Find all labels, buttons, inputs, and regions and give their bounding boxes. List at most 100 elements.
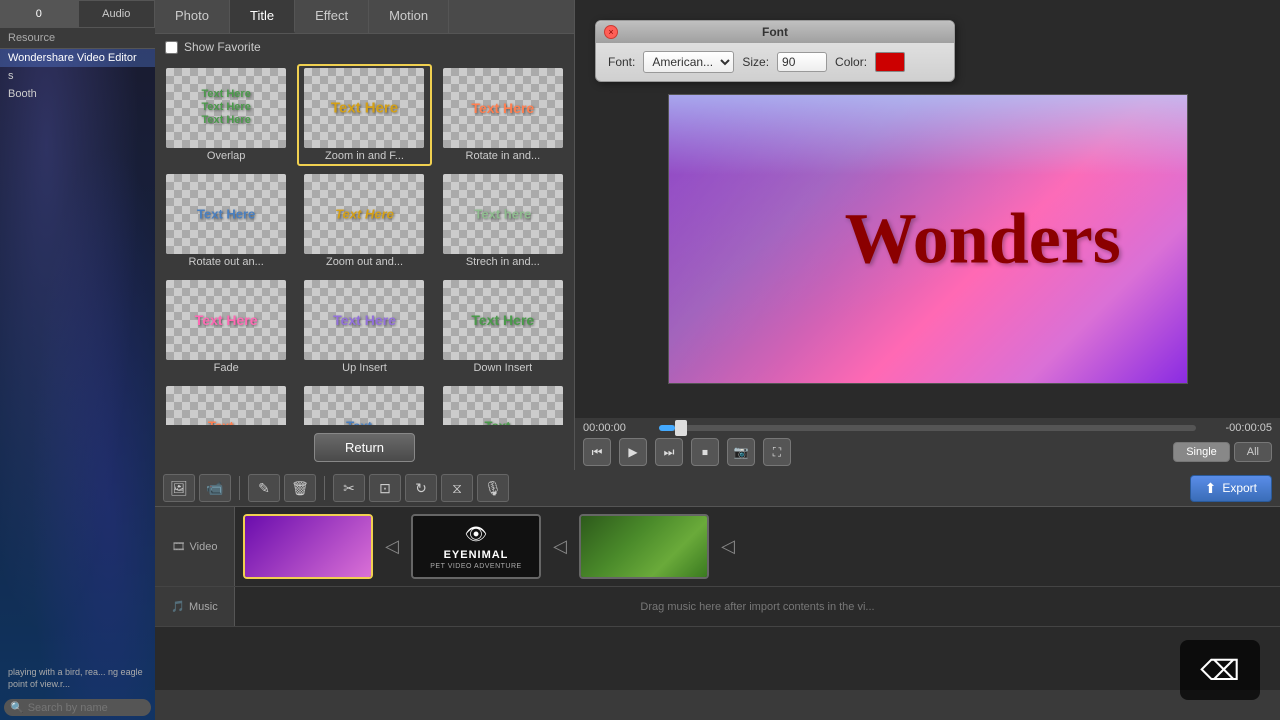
panels-top: Photo Title Effect Motion Show Favorite [155,0,1280,470]
effect-rotate-in-thumb: Text Here [443,68,563,148]
video-clip-3[interactable] [579,514,709,579]
effect-overlap-thumb: Text HereText HereText Here [166,68,286,148]
timeline-progress [659,425,675,431]
tab-photo[interactable]: Photo [155,0,230,33]
video-track-row: 🎞 Video ◁ 👁 EYENIMAL [155,507,1280,587]
timeline-handle[interactable] [675,420,687,436]
timeline-video-btn[interactable]: 📹 [199,474,231,502]
playback-area: 00:00:00 -00:00:05 ⏮ ▶ ⏭ ⏹ 📷 ⛶ Single [575,418,1280,470]
effect-fade-thumb: Text Here [166,280,286,360]
separator-2 [324,476,325,500]
dialog-title: Font [762,25,788,39]
effect-fade-label: Fade [214,362,239,374]
effect-more2-thumb: Text... [304,386,424,425]
search-bar[interactable]: 🔍 [4,699,151,716]
timeline-fx-btn[interactable]: ⧖ [441,474,473,502]
effect-more3[interactable]: Text... ... [436,382,570,425]
timeline-rotate-btn[interactable]: ↻ [405,474,437,502]
tab-effect[interactable]: Effect [295,0,369,33]
timecode-end: -00:00:05 [1202,422,1272,434]
snapshot-button[interactable]: 📷 [727,438,755,466]
effect-rotate-in[interactable]: Text Here Rotate in and... [436,64,570,166]
timeline-cut-btn[interactable]: ✂ [333,474,365,502]
single-button[interactable]: Single [1173,442,1230,462]
effect-rotate-out[interactable]: Text Here Rotate out an... [159,170,293,272]
preview-video: Wonders [668,94,1188,384]
effect-stretch[interactable]: Text here Strech in and... [436,170,570,272]
left-top-tabs: 0 Audio [0,0,155,28]
effect-down-insert-label: Down Insert [473,362,532,374]
effect-rotate-out-label: Rotate out an... [189,256,264,268]
video-track-content[interactable]: ◁ 👁 EYENIMAL PET VIDEO ADVENTURE ◁ [235,507,1280,586]
sidebar-list: Wondershare Video Editor s Booth [0,49,155,662]
effect-zoom-in[interactable]: Text Here Zoom in and F... [297,64,431,166]
effect-zoom-out[interactable]: Text Here Zoom out and... [297,170,431,272]
music-drop-area[interactable]: Drag music here after import contents in… [235,601,1280,613]
fullscreen-button[interactable]: ⛶ [763,438,791,466]
all-button[interactable]: All [1234,442,1272,462]
dialog-close-button[interactable]: × [604,25,618,39]
delete-overlay[interactable]: ⌫ [1180,640,1260,700]
search-input[interactable] [28,702,145,714]
timeline-mic-btn[interactable]: 🎙 [477,474,509,502]
font-label: Font: [608,55,635,69]
main-panel: Photo Title Effect Motion Show Favorite [155,0,1280,720]
effect-overlap-label: Overlap [207,150,246,162]
tab-title[interactable]: Title [230,0,295,33]
left-tab-0[interactable]: 0 [0,0,78,28]
music-track-icon: 🎵 [171,600,185,613]
effect-up-insert-thumb: Text Here [304,280,424,360]
sidebar-item-booth[interactable]: Booth [0,85,155,103]
tab-motion[interactable]: Motion [369,0,449,33]
bottom-area: 🖼 📹 ✎ 🗑 ✂ ⊡ ↻ ⧖ 🎙 ⬆ Export 🎞 Video [155,470,1280,690]
effect-overlap[interactable]: Text HereText HereText Here Overlap [159,64,293,166]
effect-zoom-out-label: Zoom out and... [326,256,403,268]
timeline-track[interactable] [659,425,1196,431]
size-label: Size: [742,55,769,69]
show-favorite-checkbox[interactable] [165,41,178,54]
video-clip-1[interactable] [243,514,373,579]
effect-more1-thumb: Text... [166,386,286,425]
sidebar-description: playing with a bird, rea... ng eagle poi… [0,662,155,695]
effect-zoom-in-label: Zoom in and F... [325,150,404,162]
left-tab-audio[interactable]: Audio [78,0,156,28]
next-button[interactable]: ⏭ [655,438,683,466]
transition-3[interactable]: ◁ [713,532,743,562]
transition-1[interactable]: ◁ [377,532,407,562]
effect-fade[interactable]: Text Here Fade [159,276,293,378]
left-sidebar: 0 Audio Resource Wondershare Video Edito… [0,0,155,720]
play-button[interactable]: ▶ [619,438,647,466]
effect-up-insert-label: Up Insert [342,362,387,374]
preview-title: Wonders [845,198,1121,281]
export-button[interactable]: ⬆ Export [1190,475,1272,502]
size-input[interactable] [777,52,827,72]
effect-more2[interactable]: Text... ... [297,382,431,425]
timeline-delete-btn[interactable]: 🗑 [284,474,316,502]
effect-up-insert[interactable]: Text Here Up Insert [297,276,431,378]
effect-more3-thumb: Text... [443,386,563,425]
return-button[interactable]: Return [314,433,415,462]
prev-button[interactable]: ⏮ [583,438,611,466]
timeline-tracks: 🎞 Video ◁ 👁 EYENIMAL [155,507,1280,690]
video-track-icon: 🎞 [172,540,186,553]
music-track-label: 🎵 Music [155,587,235,626]
video-clip-2[interactable]: 👁 EYENIMAL PET VIDEO ADVENTURE [411,514,541,579]
timeline-photos-btn[interactable]: 🖼 [163,474,195,502]
effect-more1[interactable]: Text... ... [159,382,293,425]
timecode-start: 00:00:00 [583,422,653,434]
effect-down-insert[interactable]: Text Here Down Insert [436,276,570,378]
transition-2[interactable]: ◁ [545,532,575,562]
color-swatch[interactable] [875,52,905,72]
font-selector[interactable]: American... [643,51,734,73]
sidebar-item-s[interactable]: s [0,67,155,85]
eyenimal-logo: 👁 EYENIMAL PET VIDEO ADVENTURE [430,524,521,570]
font-dialog-titlebar: × Font [596,21,954,43]
timeline-edit-btn[interactable]: ✎ [248,474,280,502]
resource-label: Resource [0,28,155,49]
stop-button[interactable]: ⏹ [691,438,719,466]
sidebar-item-app[interactable]: Wondershare Video Editor [0,49,155,67]
timeline-bar-row: 00:00:00 -00:00:05 [583,422,1272,434]
controls-row: ⏮ ▶ ⏭ ⏹ 📷 ⛶ Single All [583,438,1272,466]
separator-1 [239,476,240,500]
timeline-crop-btn[interactable]: ⊡ [369,474,401,502]
